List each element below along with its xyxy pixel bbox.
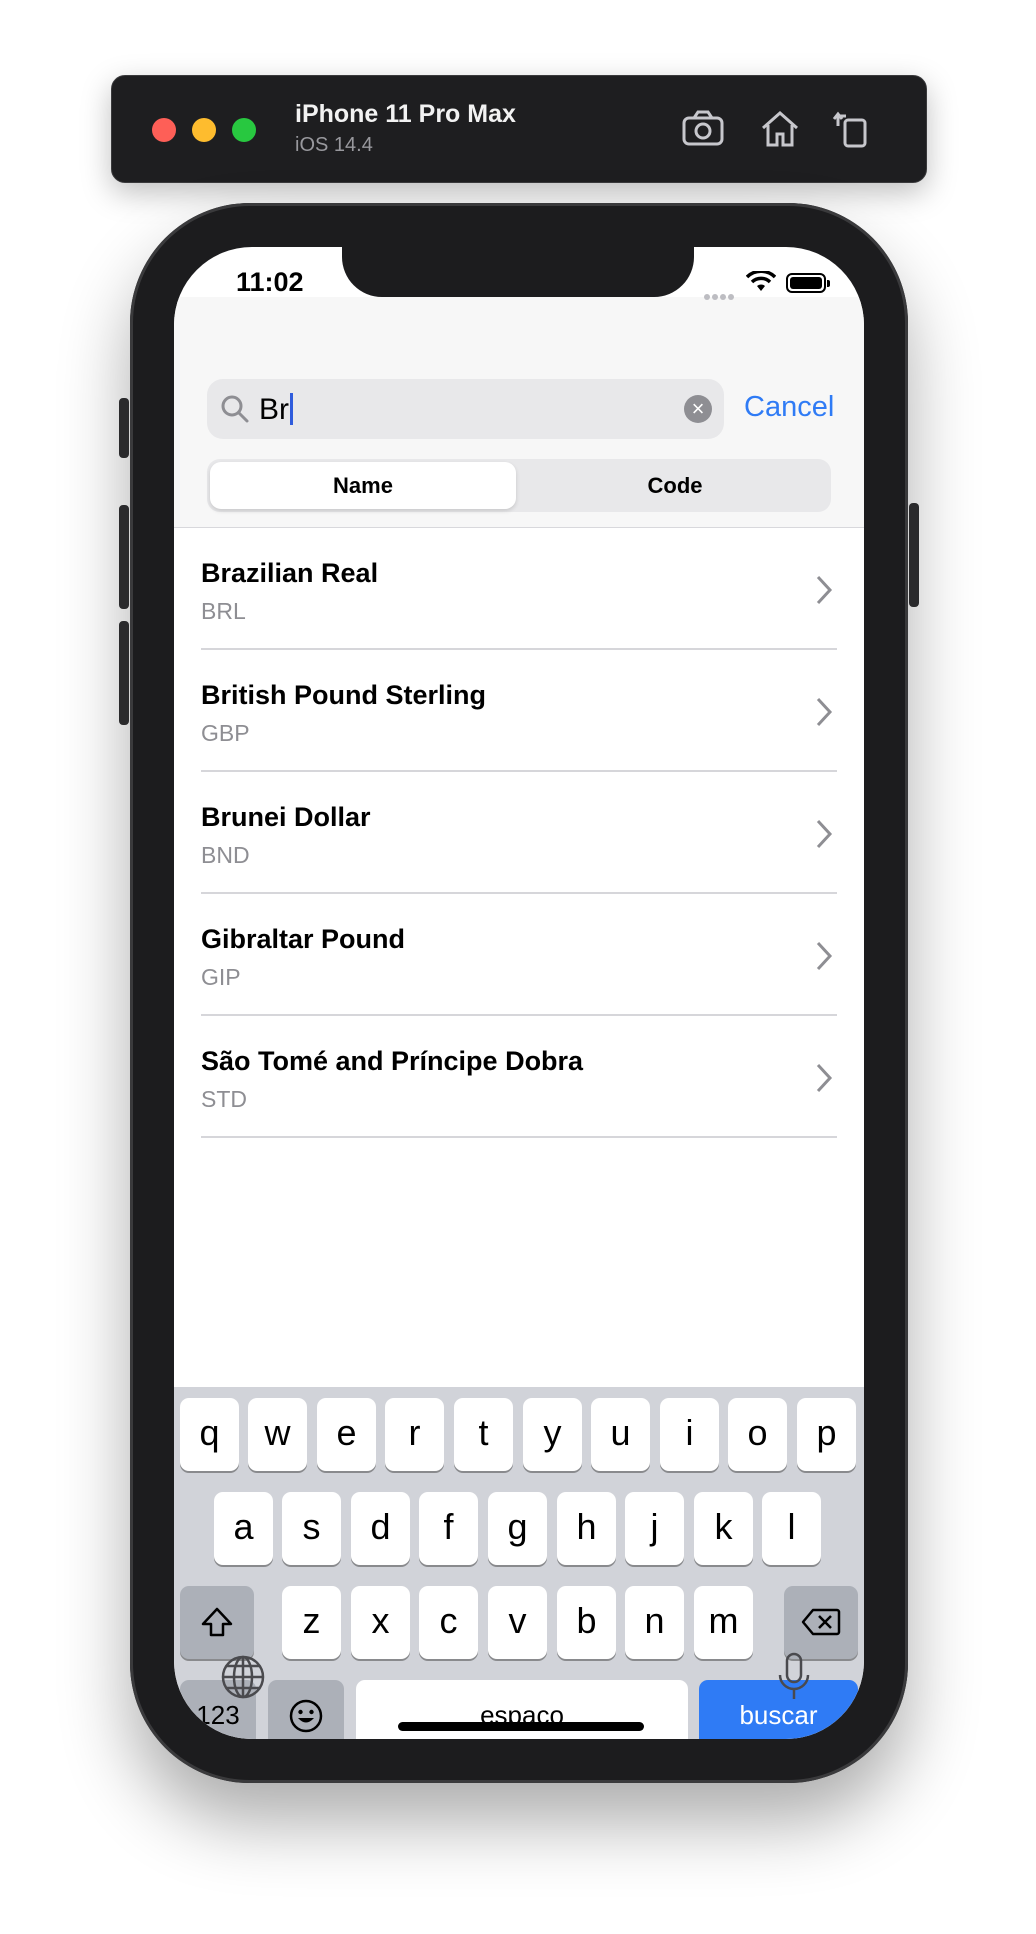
list-item[interactable]: Gibraltar Pound GIP (174, 894, 864, 1016)
minimize-window-button[interactable] (192, 118, 216, 142)
list-item[interactable]: São Tomé and Príncipe Dobra STD (174, 1016, 864, 1138)
currency-code: BND (201, 842, 250, 868)
device-name: iPhone 11 Pro Max (295, 100, 516, 128)
key-w[interactable]: w (248, 1398, 307, 1471)
key-t[interactable]: t (454, 1398, 513, 1471)
segment-name[interactable]: Name (210, 462, 516, 509)
key-u[interactable]: u (591, 1398, 650, 1471)
text-caret (290, 393, 293, 426)
mute-switch (119, 398, 129, 458)
key-a[interactable]: a (214, 1492, 273, 1565)
key-x[interactable]: x (351, 1586, 410, 1659)
power-button (909, 503, 919, 607)
status-time: 11:02 (236, 267, 304, 297)
key-c[interactable]: c (419, 1586, 478, 1659)
emoji-icon (289, 1699, 323, 1733)
currency-name: Brunei Dollar (201, 802, 371, 832)
key-v[interactable]: v (488, 1586, 547, 1659)
wifi-icon (745, 269, 777, 298)
chevron-right-icon (814, 940, 834, 977)
key-d[interactable]: d (351, 1492, 410, 1565)
currency-code: BRL (201, 598, 246, 624)
device-frame: Br × Cancel Name Code 11:02 Brazilian Re… (119, 203, 919, 1783)
currency-list: Brazilian Real BRL British Pound Sterlin… (174, 528, 864, 1138)
os-version: iOS 14.4 (295, 134, 373, 156)
home-icon[interactable] (757, 106, 803, 152)
key-z[interactable]: z (282, 1586, 341, 1659)
currency-name: Gibraltar Pound (201, 924, 406, 954)
volume-up-button (119, 505, 129, 609)
rotate-icon[interactable] (830, 106, 876, 152)
battery-icon (786, 273, 830, 293)
key-y[interactable]: y (523, 1398, 582, 1471)
list-item[interactable]: Brunei Dollar BND (174, 772, 864, 894)
close-window-button[interactable] (152, 118, 176, 142)
key-i[interactable]: i (660, 1398, 719, 1471)
volume-down-button (119, 621, 129, 725)
home-indicator[interactable] (398, 1722, 644, 1731)
list-item[interactable]: British Pound Sterling GBP (174, 650, 864, 772)
chevron-right-icon (814, 818, 834, 855)
cancel-button[interactable]: Cancel (744, 391, 834, 424)
key-r[interactable]: r (385, 1398, 444, 1471)
notch (342, 247, 694, 297)
key-n[interactable]: n (625, 1586, 684, 1659)
segment-code[interactable]: Code (522, 462, 828, 509)
simulator-toolbar: iPhone 11 Pro Max iOS 14.4 (111, 75, 927, 183)
key-b[interactable]: b (557, 1586, 616, 1659)
currency-name: British Pound Sterling (201, 680, 487, 710)
key-f[interactable]: f (419, 1492, 478, 1565)
clear-search-icon[interactable]: × (684, 395, 712, 423)
key-j[interactable]: j (625, 1492, 684, 1565)
phone-screen: Br × Cancel Name Code 11:02 Brazilian Re… (174, 247, 864, 1739)
globe-icon[interactable] (219, 1653, 267, 1706)
key-s[interactable]: s (282, 1492, 341, 1565)
currency-name: São Tomé and Príncipe Dobra (201, 1046, 584, 1076)
chevron-right-icon (814, 574, 834, 611)
backspace-key[interactable] (784, 1586, 858, 1659)
search-query: Br (259, 393, 293, 427)
key-l[interactable]: l (762, 1492, 821, 1565)
key-e[interactable]: e (317, 1398, 376, 1471)
currency-name: Brazilian Real (201, 558, 379, 588)
chevron-right-icon (814, 1062, 834, 1099)
emoji-key[interactable] (268, 1680, 344, 1739)
search-icon (220, 394, 250, 429)
row-divider (201, 1136, 837, 1138)
shift-icon (201, 1607, 233, 1637)
screenshot-icon[interactable] (680, 106, 726, 152)
key-k[interactable]: k (694, 1492, 753, 1565)
key-q[interactable]: q (180, 1398, 239, 1471)
signal-dots-icon (704, 287, 736, 300)
on-screen-keyboard: q w e r t y u i o p a s d f g h j k l z … (174, 1387, 864, 1739)
shift-key[interactable] (180, 1586, 254, 1659)
backspace-icon (801, 1608, 841, 1636)
microphone-icon[interactable] (776, 1651, 812, 1708)
key-o[interactable]: o (728, 1398, 787, 1471)
key-g[interactable]: g (488, 1492, 547, 1565)
key-p[interactable]: p (797, 1398, 856, 1471)
key-h[interactable]: h (557, 1492, 616, 1565)
search-scope-control: Name Code (207, 459, 831, 512)
search-input[interactable]: Br × (207, 379, 724, 439)
chevron-right-icon (814, 696, 834, 733)
search-header: Br × Cancel Name Code (174, 297, 864, 528)
zoom-window-button[interactable] (232, 118, 256, 142)
currency-code: STD (201, 1086, 247, 1112)
currency-code: GBP (201, 720, 250, 746)
currency-code: GIP (201, 964, 241, 990)
key-m[interactable]: m (694, 1586, 753, 1659)
list-item[interactable]: Brazilian Real BRL (174, 528, 864, 650)
